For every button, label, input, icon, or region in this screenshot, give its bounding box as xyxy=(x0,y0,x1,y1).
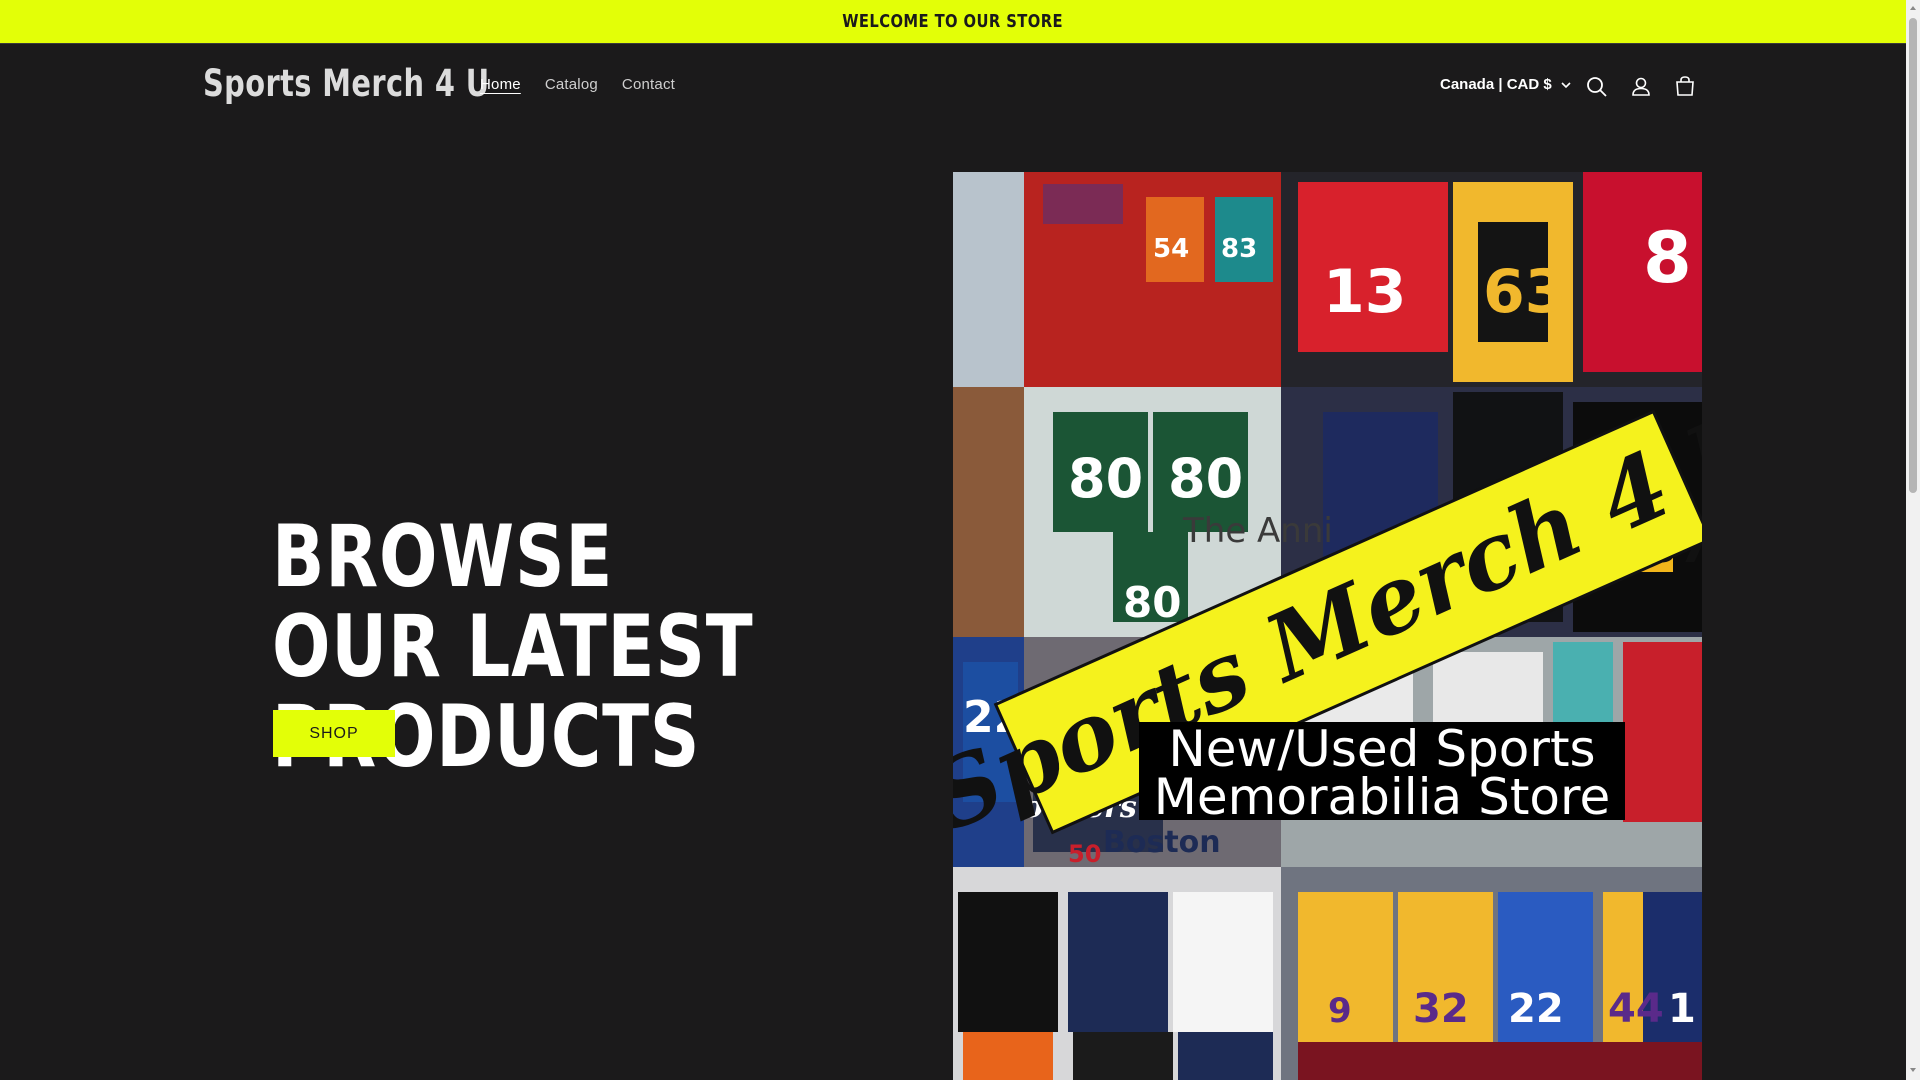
chevron-down-icon xyxy=(1561,81,1571,88)
cart-icon[interactable] xyxy=(1672,74,1698,100)
collage-text-fragment: The Anni xyxy=(1182,511,1333,551)
scroll-up-arrow-icon[interactable] xyxy=(1909,4,1917,12)
scrollbar[interactable] xyxy=(1906,0,1920,1080)
hero-image-collage: 54 83 13 63 8 80 80 80 7 87 22 9 32 22 4… xyxy=(953,172,1702,1080)
hero-heading-line1: BROWSE OUR LATEST xyxy=(272,507,754,697)
jersey-number: 8 xyxy=(1643,217,1692,299)
main-nav: Home Catalog Contact xyxy=(480,76,699,93)
announcement-text: WELCOME TO OUR STORE xyxy=(842,11,1064,32)
jersey-number: 63 xyxy=(1483,257,1567,327)
jersey-number: 80 xyxy=(1068,447,1143,510)
jersey-number: 1 xyxy=(1668,986,1696,1032)
collage-caption-line2: Memorabilia Store xyxy=(1154,768,1611,826)
store-logo[interactable]: Sports Merch 4 U xyxy=(203,62,490,105)
announcement-bar: WELCOME TO OUR STORE xyxy=(0,0,1906,43)
jersey-number: 80 xyxy=(1168,447,1243,510)
account-icon[interactable] xyxy=(1628,74,1654,100)
jersey-number: 83 xyxy=(1221,234,1257,264)
nav-catalog[interactable]: Catalog xyxy=(545,76,598,93)
site-header: Sports Merch 4 U Home Catalog Contact Ca… xyxy=(0,44,1906,128)
jersey-number: 13 xyxy=(1323,257,1407,327)
collage-text-fragment: Boston xyxy=(1103,825,1221,860)
scroll-down-arrow-icon[interactable] xyxy=(1909,1066,1917,1074)
nav-contact[interactable]: Contact xyxy=(622,76,675,93)
jersey-number: 22 xyxy=(1508,986,1564,1032)
jersey-number: 9 xyxy=(1328,991,1352,1031)
region-label: Canada | CAD $ xyxy=(1440,76,1552,93)
collage-image: 54 83 13 63 8 80 80 80 7 87 22 9 32 22 4… xyxy=(953,172,1702,1080)
scrollbar-thumb[interactable] xyxy=(1909,18,1917,493)
jersey-number: 32 xyxy=(1413,986,1469,1032)
jersey-number: 54 xyxy=(1153,234,1189,264)
shop-button[interactable]: SHOP xyxy=(273,710,395,757)
jersey-number: 80 xyxy=(1123,578,1181,627)
jersey-number: 44 xyxy=(1608,986,1664,1032)
search-icon[interactable] xyxy=(1584,74,1610,100)
collage-text-fragment: 50 xyxy=(1068,840,1101,868)
nav-home[interactable]: Home xyxy=(480,76,521,93)
country-currency-selector[interactable]: Canada | CAD $ xyxy=(1440,76,1572,93)
